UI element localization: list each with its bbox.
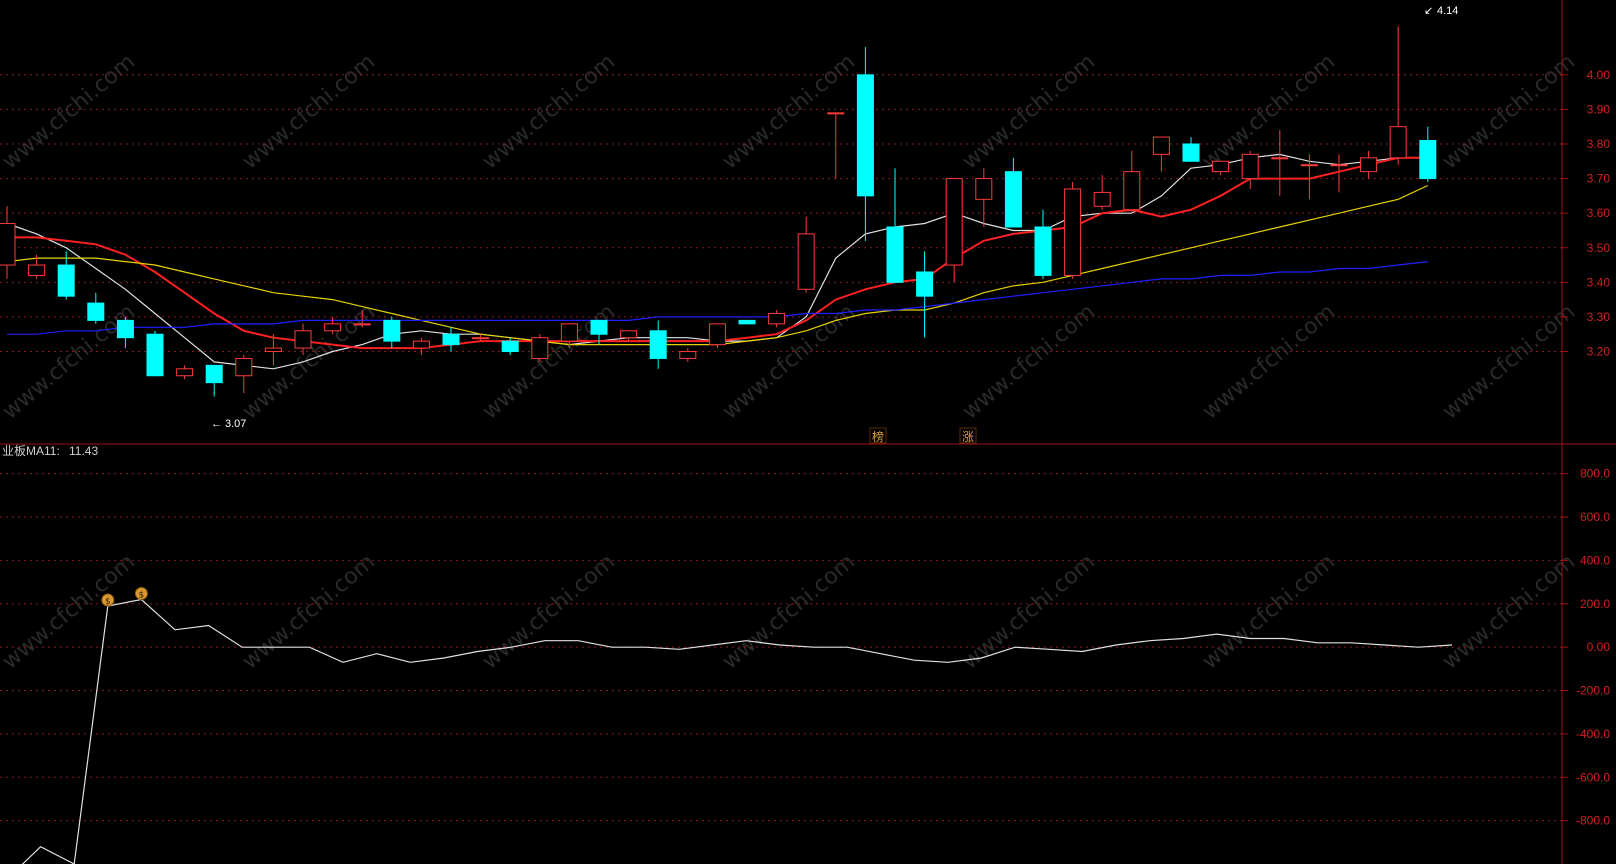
indicator-ma-value: 11.43 — [69, 444, 98, 458]
y-tick-label: 3.80 — [1587, 137, 1611, 151]
high-annotation: ↙ 4.14 — [1424, 5, 1458, 17]
candle-body — [57, 264, 75, 297]
y-tick-label: -600.0 — [1576, 770, 1610, 784]
candle-body — [797, 233, 815, 290]
candle-body — [294, 330, 312, 349]
y-tick-label: -800.0 — [1576, 814, 1610, 828]
candle-body — [383, 319, 401, 342]
candle-body — [324, 323, 342, 332]
candle-body — [1004, 171, 1022, 228]
candle-body — [1034, 226, 1052, 276]
y-tick-label: 3.60 — [1587, 206, 1611, 220]
candle-body — [1182, 143, 1200, 162]
candle-body — [916, 271, 934, 297]
low-arrow-icon: ← — [211, 418, 222, 430]
y-tick-label: 400.0 — [1580, 553, 1610, 567]
candle-body — [1241, 153, 1259, 180]
candle-body — [442, 333, 460, 346]
y-tick-label: 200.0 — [1580, 597, 1610, 611]
y-tick-label: 0.00 — [1587, 640, 1611, 654]
low-annotation: ← 3.07 — [211, 418, 246, 430]
candle-body — [620, 330, 638, 339]
high-price-label: 4.14 — [1437, 5, 1458, 17]
low-price-label: 3.07 — [225, 418, 246, 430]
candle-body — [590, 319, 608, 335]
candle-body — [1152, 136, 1170, 155]
y-tick-label: 3.90 — [1587, 102, 1611, 116]
candle-body — [501, 340, 519, 353]
candle-body — [146, 333, 164, 377]
y-tick-label: 800.0 — [1580, 467, 1610, 481]
y-tick-label: 3.70 — [1587, 172, 1611, 186]
candle-body — [886, 226, 904, 283]
candle-body — [1093, 191, 1111, 207]
candle-body — [649, 330, 667, 359]
indicator-ma-label: MA11: — [26, 444, 60, 458]
candle-body — [235, 357, 253, 377]
candle-body — [1389, 126, 1407, 159]
candle-body — [738, 319, 756, 325]
candle[interactable] — [1064, 182, 1082, 279]
high-arrow-icon: ↙ — [1424, 5, 1433, 17]
y-tick-label: 3.40 — [1587, 275, 1611, 289]
candle-body — [679, 351, 697, 359]
indicator-header: 业板 MA11: 11.43 — [2, 444, 98, 458]
y-tick-label: 3.30 — [1587, 310, 1611, 324]
indicator-name: 业板 — [2, 444, 26, 458]
y-tick-label: 4.00 — [1587, 68, 1611, 82]
event-marker-label: 涨 — [962, 429, 974, 444]
candle[interactable] — [146, 330, 164, 377]
candle-body — [708, 323, 726, 346]
candle-body — [116, 319, 134, 339]
candle-body — [856, 74, 874, 197]
chart-background — [0, 0, 1616, 864]
candle-body — [1123, 171, 1141, 211]
y-tick-label: -200.0 — [1576, 684, 1610, 698]
candle-body — [353, 323, 371, 326]
stock-chart[interactable]: www.cfchi.com www.cfchi.com www.cfchi.com w… — [0, 0, 1616, 864]
candle-body — [827, 112, 845, 115]
candle[interactable] — [531, 334, 549, 362]
candle-body — [412, 340, 430, 349]
svg-text:$: $ — [105, 597, 111, 607]
candle-body — [0, 223, 16, 266]
candle-body — [975, 178, 993, 200]
candle-body — [472, 337, 490, 340]
candle-body — [1212, 160, 1230, 173]
candle-body — [1360, 157, 1378, 173]
y-tick-label: -400.0 — [1576, 727, 1610, 741]
candle-body — [205, 364, 223, 384]
candle-body — [768, 312, 786, 325]
candle-body — [1419, 140, 1437, 180]
candle-body — [264, 347, 282, 353]
candle-body — [531, 337, 549, 359]
candle-body — [1064, 188, 1082, 276]
candle-body — [1330, 164, 1348, 167]
event-marker-label: 榜 — [872, 429, 884, 444]
svg-text:$: $ — [139, 590, 145, 600]
candle-body — [87, 302, 105, 321]
candle-body — [176, 368, 194, 377]
candle[interactable] — [708, 323, 726, 349]
y-tick-label: 3.50 — [1587, 241, 1611, 255]
candle-body — [945, 178, 963, 266]
candle-body — [1271, 157, 1289, 160]
y-tick-label: 3.20 — [1587, 345, 1611, 359]
candle-body — [560, 323, 578, 342]
candle-body — [28, 264, 46, 276]
y-tick-label: 600.0 — [1580, 510, 1610, 524]
candle[interactable] — [738, 319, 756, 325]
candle-body — [1300, 164, 1318, 167]
